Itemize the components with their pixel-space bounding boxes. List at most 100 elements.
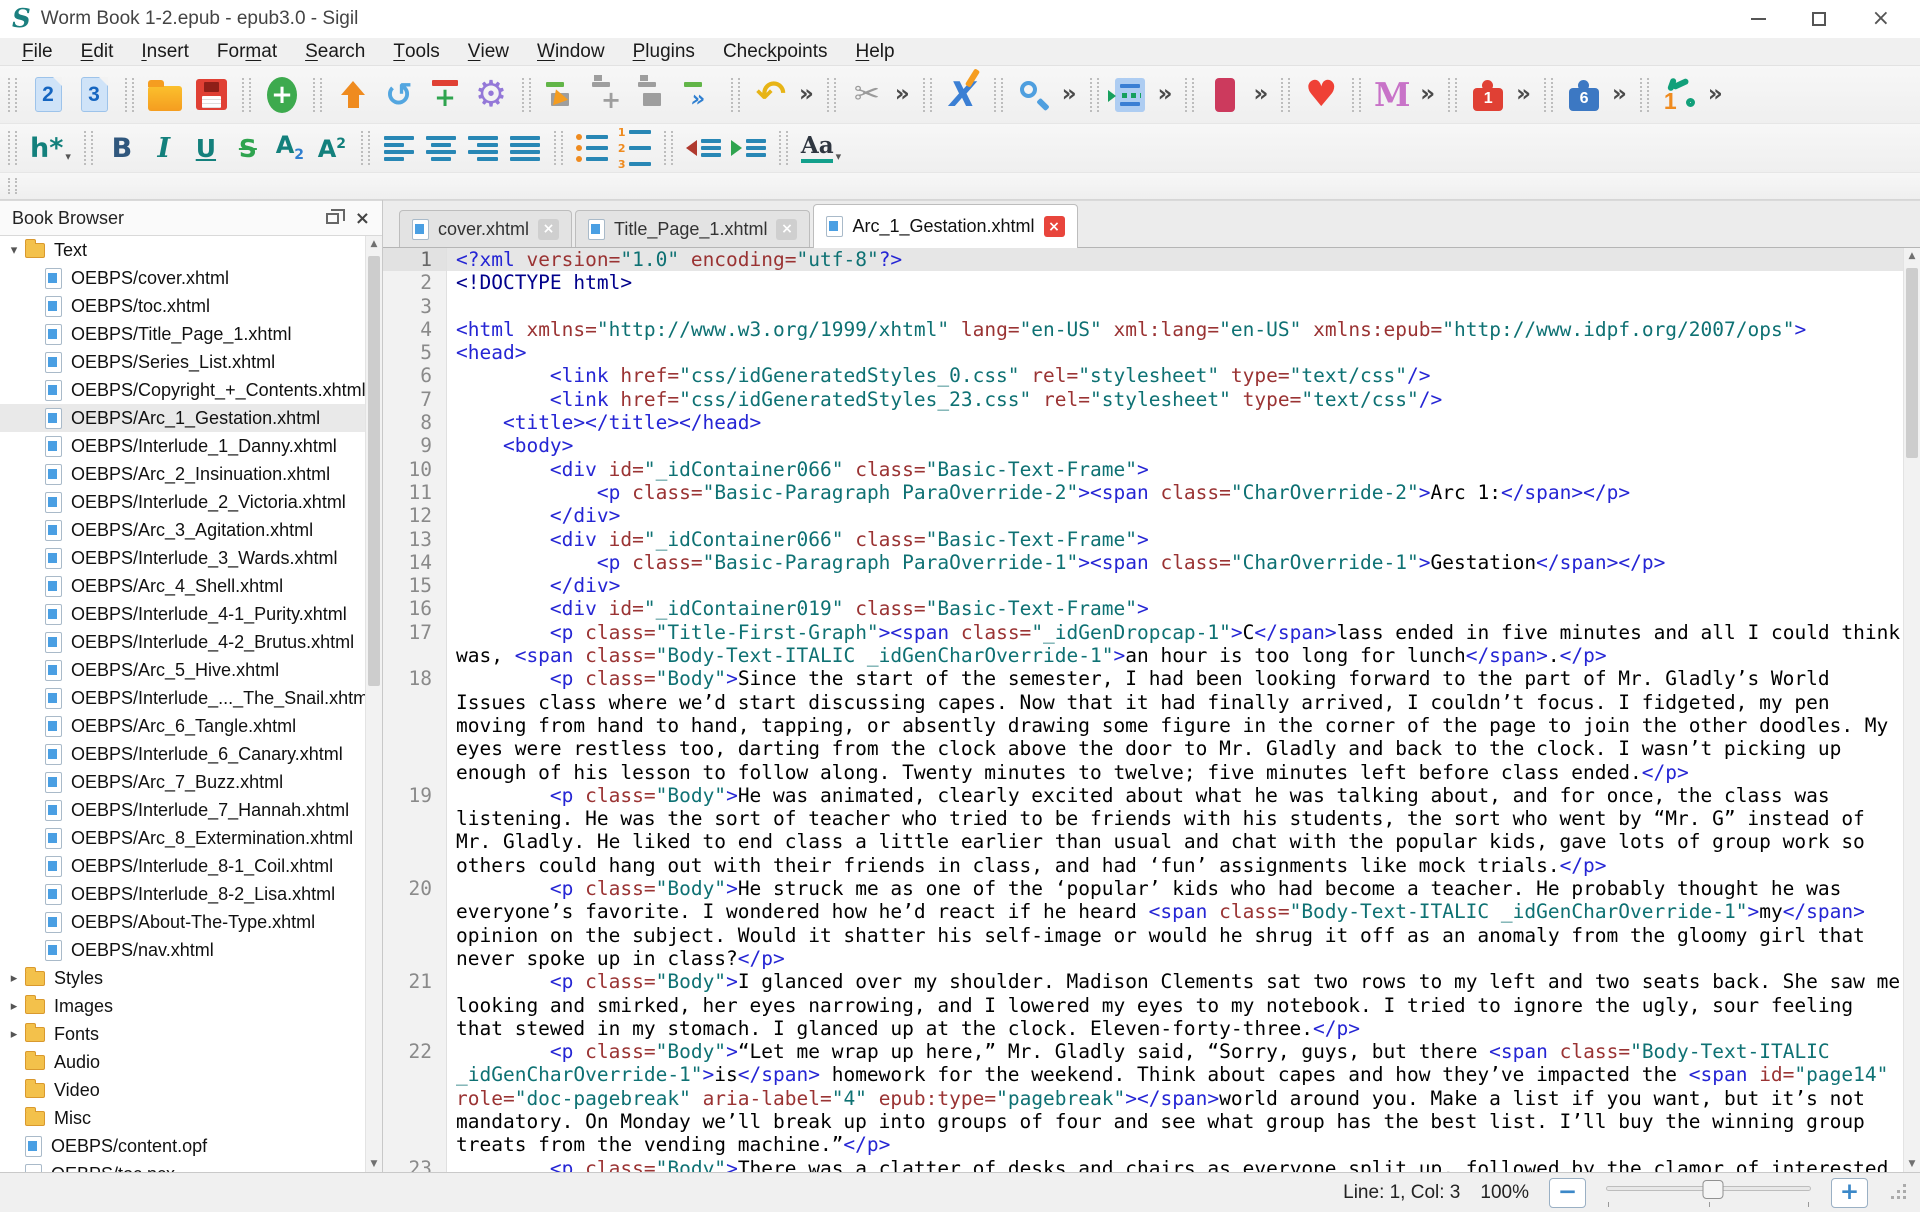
split-before-button[interactable]: + [585,72,631,118]
tab-title-page-1-xhtml[interactable]: Title_Page_1.xhtml× [575,210,810,247]
code-line-text[interactable]: <?xml version="1.0" encoding="utf-8"?> [447,248,1903,271]
code-line-text[interactable]: <div id="_idContainer019" class="Basic-T… [447,597,1903,620]
align-justify-button[interactable] [504,128,546,168]
tree-item-oebps-arc-7-buzz-xhtml[interactable]: OEBPS/Arc_7_Buzz.xhtml [0,768,365,796]
overflow-chevron-icon[interactable]: » [1703,83,1728,106]
code-line-text[interactable]: <div id="_idContainer066" class="Basic-T… [447,528,1903,551]
tree-item-oebps-arc-2-insinuation-xhtml[interactable]: OEBPS/Arc_2_Insinuation.xhtml [0,460,365,488]
code-line-text[interactable]: <p class="Basic-Paragraph ParaOverride-1… [447,551,1903,574]
code-line-text[interactable]: <p class="Body">“Let me wrap up here,” M… [447,1040,1903,1156]
tab-cover-xhtml[interactable]: cover.xhtml× [399,210,572,247]
tree-item-oebps-series-list-xhtml[interactable]: OEBPS/Series_List.xhtml [0,348,365,376]
plugin-1-button[interactable]: 1 [1465,72,1511,118]
add-new-button[interactable]: + [259,72,305,118]
tree-item-oebps-interlude-4-2-brutus-xhtml[interactable]: OEBPS/Interlude_4-2_Brutus.xhtml [0,628,365,656]
overflow-chevron-icon[interactable]: » [1415,83,1440,106]
code-line-text[interactable]: <link href="css/idGeneratedStyles_0.css"… [447,364,1903,387]
bold-button[interactable]: B [101,128,143,168]
tree-item-oebps-interlude-1-danny-xhtml[interactable]: OEBPS/Interlude_1_Danny.xhtml [0,432,365,460]
code-line-text[interactable]: </div> [447,504,1903,527]
maximize-button[interactable] [1812,12,1826,26]
tree-scrollbar[interactable]: ▲ ▼ [365,236,382,1172]
bookmark-button[interactable] [1202,72,1248,118]
overflow-chevron-icon[interactable]: » [890,83,915,106]
tree-item-oebps-arc-5-hive-xhtml[interactable]: OEBPS/Arc_5_Hive.xhtml [0,656,365,684]
overflow-chevron-icon[interactable]: » [1511,83,1536,106]
tree-item-oebps-interlude-8-2-lisa-xhtml[interactable]: OEBPS/Interlude_8-2_Lisa.xhtml [0,880,365,908]
tree-item-oebps-interlude-the-snail-xhtml[interactable]: OEBPS/Interlude_..._The_Snail.xhtml [0,684,365,712]
undo-button[interactable]: ↶ [748,72,794,118]
close-button[interactable]: × [1872,12,1890,26]
resize-grip[interactable] [1892,1185,1908,1201]
tree-item-images[interactable]: ▸Images [0,992,365,1020]
tree-item-misc[interactable]: Misc [0,1104,365,1132]
align-center-button[interactable] [420,128,462,168]
find-button[interactable] [1011,72,1057,118]
tree-scrollbar-thumb[interactable] [368,256,380,686]
zoom-in-button[interactable]: + [1831,1178,1868,1208]
tree-item-oebps-title-page-1-xhtml[interactable]: OEBPS/Title_Page_1.xhtml [0,320,365,348]
tree-item-oebps-arc-1-gestation-xhtml[interactable]: OEBPS/Arc_1_Gestation.xhtml [0,404,365,432]
insert-split-button[interactable]: + [422,72,468,118]
menu-window[interactable]: Window [523,38,619,65]
code-line-text[interactable]: <body> [447,434,1903,457]
expand-arrow-icon[interactable]: ▸ [6,999,22,1014]
split-all-button[interactable]: » [677,72,723,118]
tree-item-oebps-interlude-7-hannah-xhtml[interactable]: OEBPS/Interlude_7_Hannah.xhtml [0,796,365,824]
code-line-text[interactable]: <p class="Basic-Paragraph ParaOverride-2… [447,481,1903,504]
editor-scrollbar[interactable]: ▲ ▼ [1903,248,1920,1172]
tab-close-button[interactable]: × [538,219,559,240]
tree-item-oebps-interlude-3-wards-xhtml[interactable]: OEBPS/Interlude_3_Wards.xhtml [0,544,365,572]
tree-item-oebps-toc-ncx[interactable]: OEBPS/toc.ncx [0,1160,365,1172]
tree-item-text[interactable]: ▾Text [0,236,365,264]
tree-item-oebps-copyright-contents-xhtml[interactable]: OEBPS/Copyright_+_Contents.xhtml [0,376,365,404]
code-line-text[interactable]: <!DOCTYPE html> [447,271,1903,294]
cut-button[interactable]: ✂ [844,72,890,118]
numbered-list-button[interactable]: 123 [613,128,656,168]
expand-arrow-icon[interactable]: ▾ [6,243,22,258]
tree-item-oebps-arc-8-extermination-xhtml[interactable]: OEBPS/Arc_8_Extermination.xhtml [0,824,365,852]
split-at-cursor-button[interactable] [539,72,585,118]
code-line-text[interactable]: <link href="css/idGeneratedStyles_23.css… [447,388,1903,411]
bullet-list-button[interactable] [571,128,613,168]
refresh-button[interactable]: ↺ [376,72,422,118]
align-left-button[interactable] [378,128,420,168]
plugin-run-button[interactable]: 1 [1657,72,1703,118]
code-line-text[interactable]: <p class="Title-First-Graph"><span class… [447,621,1903,668]
tree-item-fonts[interactable]: ▸Fonts [0,1020,365,1048]
code-line-text[interactable]: <div id="_idContainer066" class="Basic-T… [447,458,1903,481]
scroll-down-icon[interactable]: ▼ [1904,1156,1920,1172]
split-after-button[interactable] [631,72,677,118]
menu-file[interactable]: File [8,38,67,65]
outdent-button[interactable] [681,128,726,168]
menu-search[interactable]: Search [291,38,379,65]
tree-item-oebps-about-the-type-xhtml[interactable]: OEBPS/About-The-Type.xhtml [0,908,365,936]
tree-item-oebps-interlude-2-victoria-xhtml[interactable]: OEBPS/Interlude_2_Victoria.xhtml [0,488,365,516]
move-up-button[interactable] [330,72,376,118]
heading-button[interactable]: h*▾ [25,128,76,168]
menu-insert[interactable]: Insert [127,38,203,65]
underline-button[interactable]: U [185,128,227,168]
code-line-text[interactable]: <p class="Body">He was animated, clearly… [447,784,1903,877]
tree-item-oebps-interlude-8-1-coil-xhtml[interactable]: OEBPS/Interlude_8-1_Coil.xhtml [0,852,365,880]
superscript-button[interactable]: A2 [311,128,353,168]
minimize-button[interactable] [1751,18,1766,20]
expand-arrow-icon[interactable]: ▸ [6,971,22,986]
tree-item-oebps-arc-4-shell-xhtml[interactable]: OEBPS/Arc_4_Shell.xhtml [0,572,365,600]
undock-panel-icon[interactable] [326,213,339,224]
tree-item-oebps-nav-xhtml[interactable]: OEBPS/nav.xhtml [0,936,365,964]
tree-item-oebps-interlude-4-1-purity-xhtml[interactable]: OEBPS/Interlude_4-1_Purity.xhtml [0,600,365,628]
tree-item-oebps-arc-3-agitation-xhtml[interactable]: OEBPS/Arc_3_Agitation.xhtml [0,516,365,544]
tree-item-audio[interactable]: Audio [0,1048,365,1076]
casing-button[interactable]: Aa▾ [796,128,846,168]
tree-item-styles[interactable]: ▸Styles [0,964,365,992]
zoom-slider-handle[interactable] [1702,1180,1723,1199]
tree-item-oebps-interlude-6-canary-xhtml[interactable]: OEBPS/Interlude_6_Canary.xhtml [0,740,365,768]
mark-text-button[interactable]: M [1369,72,1415,118]
tree-item-oebps-cover-xhtml[interactable]: OEBPS/cover.xhtml [0,264,365,292]
code-line-text[interactable]: <p class="Body">He struck me as one of t… [447,877,1903,970]
zoom-slider[interactable] [1606,1177,1811,1209]
tab-close-button[interactable]: × [776,219,797,240]
menu-plugins[interactable]: Plugins [619,38,709,65]
subscript-button[interactable]: A2 [269,128,311,168]
